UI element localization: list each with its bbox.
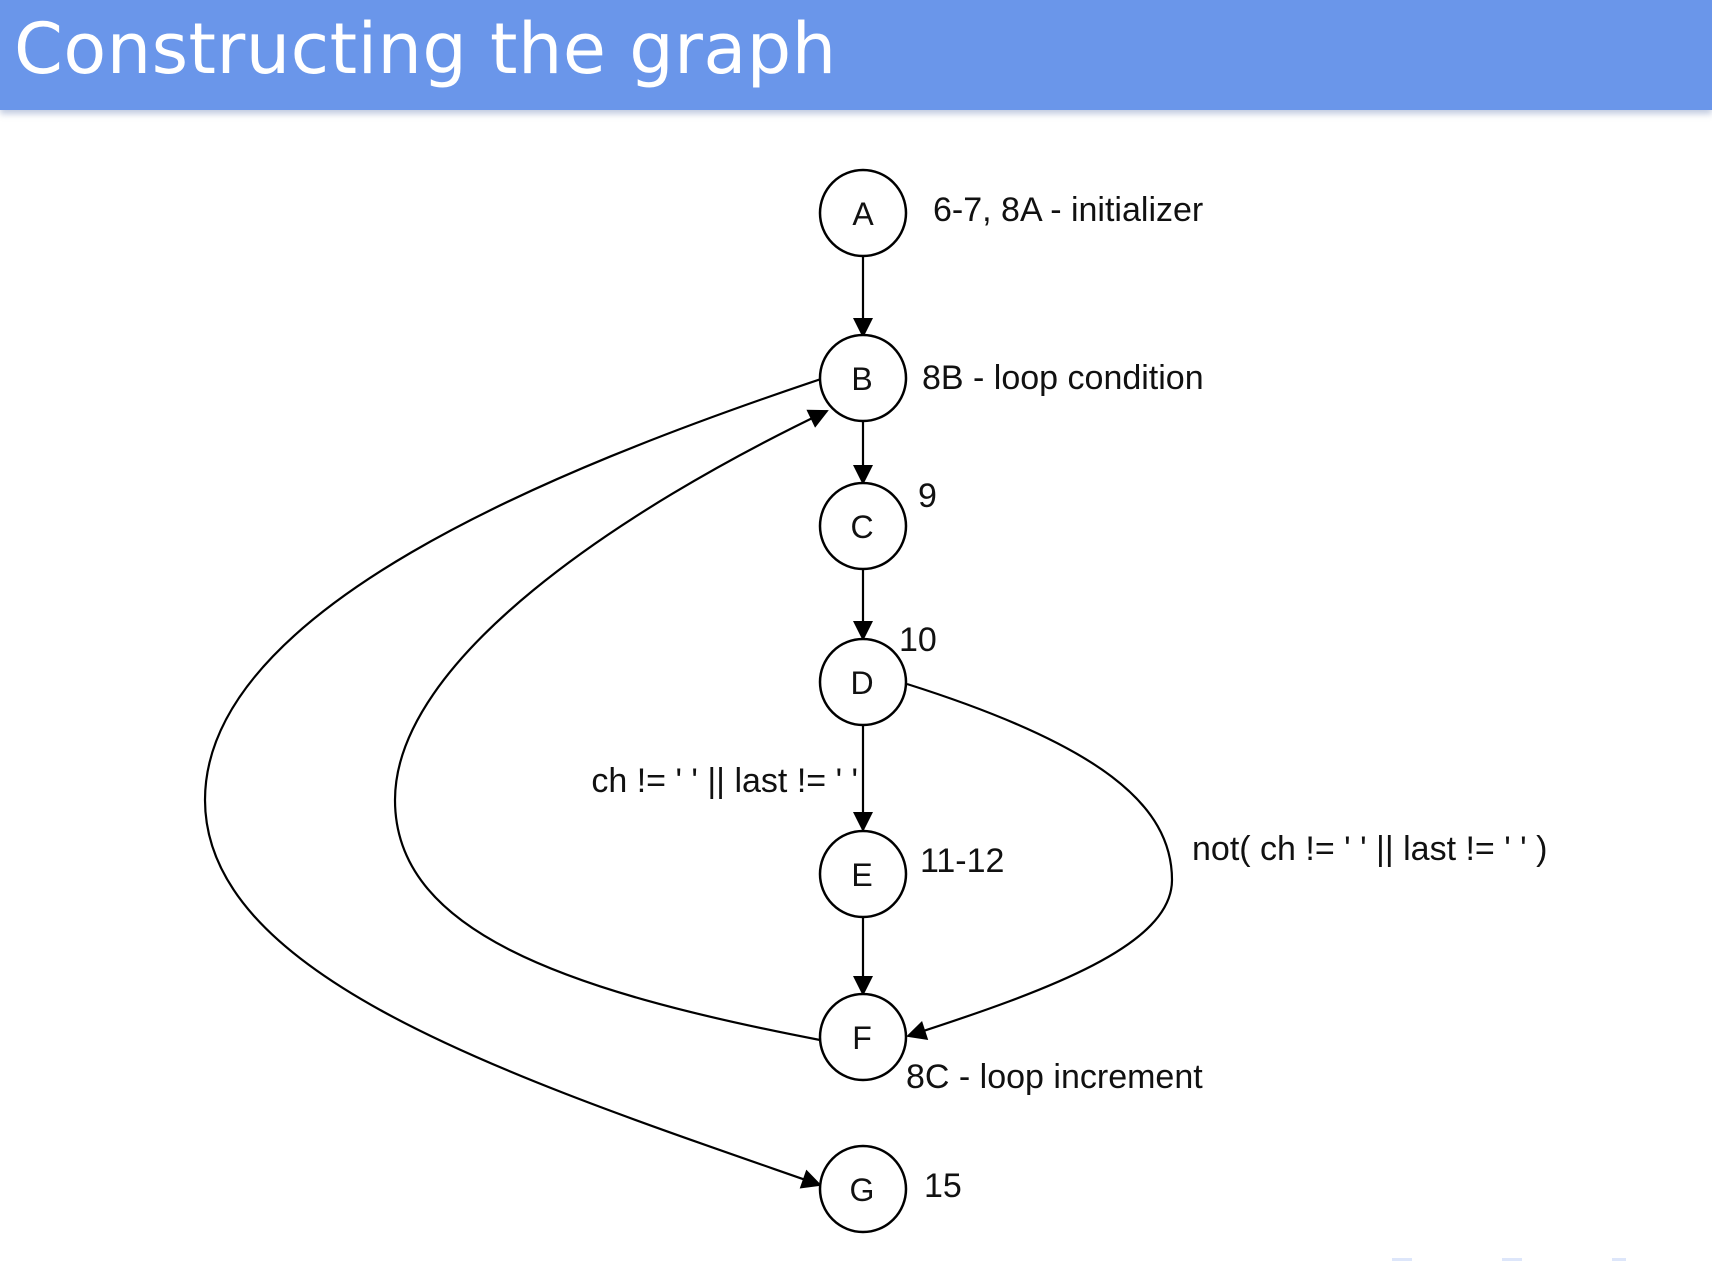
node-b-note: 8B - loop condition bbox=[922, 359, 1204, 397]
edge-d-f-label: not( ch != ' ' || last != ' ' ) bbox=[1192, 830, 1547, 868]
node-f-note: 8C - loop increment bbox=[906, 1058, 1203, 1096]
node-c-note: 9 bbox=[918, 477, 937, 515]
slide-navigation-hint bbox=[1392, 1255, 1652, 1261]
edge-f-b bbox=[393, 409, 829, 1042]
node-c-letter: C bbox=[850, 509, 873, 545]
node-g-note: 15 bbox=[924, 1167, 962, 1205]
node-f-letter: F bbox=[852, 1020, 872, 1056]
node-e-letter: E bbox=[851, 857, 872, 893]
node-b-letter: B bbox=[851, 361, 872, 397]
node-f: F bbox=[818, 992, 908, 1082]
node-a-note: 6-7, 8A - initializer bbox=[933, 191, 1203, 229]
node-b: B bbox=[818, 333, 908, 423]
node-g: G bbox=[818, 1144, 908, 1234]
node-e: E bbox=[818, 829, 908, 919]
node-d-letter: D bbox=[850, 665, 873, 701]
node-e-note: 11-12 bbox=[920, 842, 1004, 880]
node-c: C bbox=[818, 481, 908, 571]
node-d-note: 10 bbox=[899, 621, 937, 659]
node-a-letter: A bbox=[852, 196, 874, 232]
control-flow-graph: A B C D E F G 6-7, 8A - initializer 8B -… bbox=[203, 168, 1547, 1234]
node-g-letter: G bbox=[850, 1172, 875, 1208]
node-d: D bbox=[818, 637, 908, 727]
edge-d-e-label: ch != ' ' || last != ' ' bbox=[591, 762, 858, 800]
node-a: A bbox=[818, 168, 908, 258]
